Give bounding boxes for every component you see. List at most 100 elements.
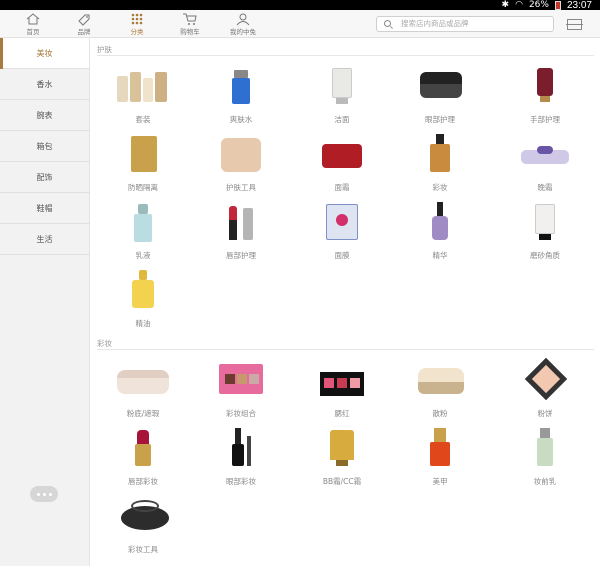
category-tile[interactable]: 乳液 (97, 202, 189, 261)
product-image-blush (312, 360, 372, 404)
nav-home-label: 首页 (26, 28, 40, 36)
battery-percent: 26% (528, 0, 549, 10)
category-label: 磨砂角质 (530, 251, 560, 260)
bluetooth-icon: ✱ (501, 0, 510, 10)
sidebar-item-accessories[interactable]: 配饰 (0, 162, 89, 193)
product-image-eye-makeup (211, 428, 271, 472)
product-image-makeup-palette (211, 360, 271, 404)
category-label: 粉饼 (537, 409, 553, 418)
sidebar-item-beauty[interactable]: 美妆 (0, 38, 89, 69)
search-input[interactable]: 搜索店内商品或品牌 (376, 16, 554, 32)
section-divider (97, 349, 594, 350)
nav-account[interactable]: 我的中免 (223, 12, 263, 36)
nav-brand[interactable]: 品牌 (64, 12, 104, 36)
category-label: 美甲 (432, 477, 448, 486)
product-image-lip-makeup (113, 428, 173, 472)
category-label: 眼部护理 (425, 115, 455, 124)
scan-icon[interactable] (566, 19, 583, 30)
category-label: 面霜 (334, 183, 350, 192)
product-image-foundation (113, 360, 173, 404)
product-image-night-cream (515, 134, 575, 178)
category-tile[interactable]: 美甲 (394, 428, 486, 487)
product-image-bb-cc-cream (312, 428, 372, 472)
product-image-toner (211, 66, 271, 110)
category-label: 唇部彩妆 (128, 477, 158, 486)
category-tile[interactable]: 散粉 (394, 360, 486, 419)
category-tile[interactable]: 晚霜 (499, 134, 591, 193)
category-label: 护肤工具 (226, 183, 256, 192)
category-label: 手部护理 (530, 115, 560, 124)
sidebar-item-lifestyle[interactable]: 生活 (0, 224, 89, 255)
status-bar: ✱ ◠ 26% 23:07 (0, 0, 600, 11)
product-image-essential-oil (113, 270, 173, 314)
category-label: 眼部彩妆 (226, 477, 256, 486)
category-tile[interactable]: 护肤工具 (195, 134, 287, 193)
category-tile[interactable]: 防晒隔离 (97, 134, 189, 193)
category-label: 面膜 (334, 251, 350, 260)
nav-brand-label: 品牌 (77, 28, 91, 36)
product-image-skincare-tools (211, 134, 271, 178)
sidebar-item-bags[interactable]: 箱包 (0, 131, 89, 162)
category-label: 彩妆工具 (128, 545, 158, 554)
product-image-loose-powder (410, 360, 470, 404)
category-tile[interactable]: 爽肤水 (195, 66, 287, 125)
category-tile[interactable]: 粉饼 (499, 357, 591, 419)
category-tile[interactable]: 腮红 (296, 360, 388, 419)
category-label: 散粉 (432, 409, 448, 418)
product-image-sunscreen (113, 134, 173, 178)
search-placeholder: 搜索店内商品或品牌 (401, 19, 469, 28)
category-tile[interactable]: 面膜 (296, 202, 388, 261)
category-tile[interactable]: 精华 (394, 202, 486, 261)
product-image-face-cream (312, 134, 372, 178)
category-label: 乳液 (135, 251, 151, 260)
nav-cart-label: 购物车 (180, 28, 200, 36)
category-tile[interactable]: 彩妆 (394, 134, 486, 193)
nav-category[interactable]: 分类 (117, 12, 157, 36)
more-button[interactable] (30, 486, 58, 502)
category-tile[interactable]: 唇部护理 (195, 202, 287, 261)
category-label: 套装 (135, 115, 151, 124)
nav-category-label: 分类 (130, 28, 144, 36)
nav-account-label: 我的中免 (230, 28, 256, 36)
category-tile[interactable]: 眼部彩妆 (195, 428, 287, 487)
category-tile[interactable]: 彩妆组合 (195, 360, 287, 419)
product-image-sets (113, 66, 173, 110)
category-tile[interactable]: 手部护理 (499, 66, 591, 125)
category-tile[interactable]: 妆前乳 (499, 428, 591, 487)
sidebar-item-perfume[interactable]: 香水 (0, 69, 89, 100)
clock: 23:07 (566, 0, 592, 11)
wifi-icon: ◠ (515, 0, 523, 10)
product-image-primer (515, 428, 575, 472)
product-image-hand-care (515, 66, 575, 110)
grid-icon (131, 13, 143, 25)
nav-home[interactable]: 首页 (13, 12, 53, 36)
sidebar-item-watches[interactable]: 腕表 (0, 100, 89, 131)
category-tile[interactable]: 精油 (97, 270, 189, 329)
tag-icon (78, 14, 90, 26)
section-divider (97, 55, 594, 56)
product-image-makeup-tools (113, 496, 173, 540)
category-tile[interactable]: 眼部护理 (394, 66, 486, 125)
category-tile[interactable]: 套装 (97, 66, 189, 125)
category-tile[interactable]: 面霜 (296, 134, 388, 193)
product-image-pressed-powder (515, 357, 575, 404)
product-image-cleanser (312, 66, 372, 110)
category-tile[interactable]: 唇部彩妆 (97, 428, 189, 487)
product-image-makeup (410, 134, 470, 178)
category-tile[interactable]: BB霜/CC霜 (296, 428, 388, 487)
sidebar-item-shoes-hats[interactable]: 鞋帽 (0, 193, 89, 224)
category-label: 妆前乳 (533, 477, 557, 486)
category-label: 粉底/遮瑕 (126, 409, 160, 418)
category-tile[interactable]: 磨砂角质 (499, 202, 591, 261)
category-label: 爽肤水 (229, 115, 253, 124)
home-icon (26, 13, 40, 25)
category-tile[interactable]: 彩妆工具 (97, 496, 189, 555)
category-label: BB霜/CC霜 (322, 477, 362, 486)
category-label: 精油 (135, 319, 151, 328)
top-nav: 首页 品牌 分类 购物车 我的中免 搜索店内商品或品牌 (0, 10, 600, 38)
nav-cart[interactable]: 购物车 (170, 12, 210, 36)
category-label: 彩妆组合 (226, 409, 256, 418)
category-tile[interactable]: 粉底/遮瑕 (97, 360, 189, 419)
search-icon (384, 20, 391, 27)
category-tile[interactable]: 洁面 (296, 66, 388, 125)
